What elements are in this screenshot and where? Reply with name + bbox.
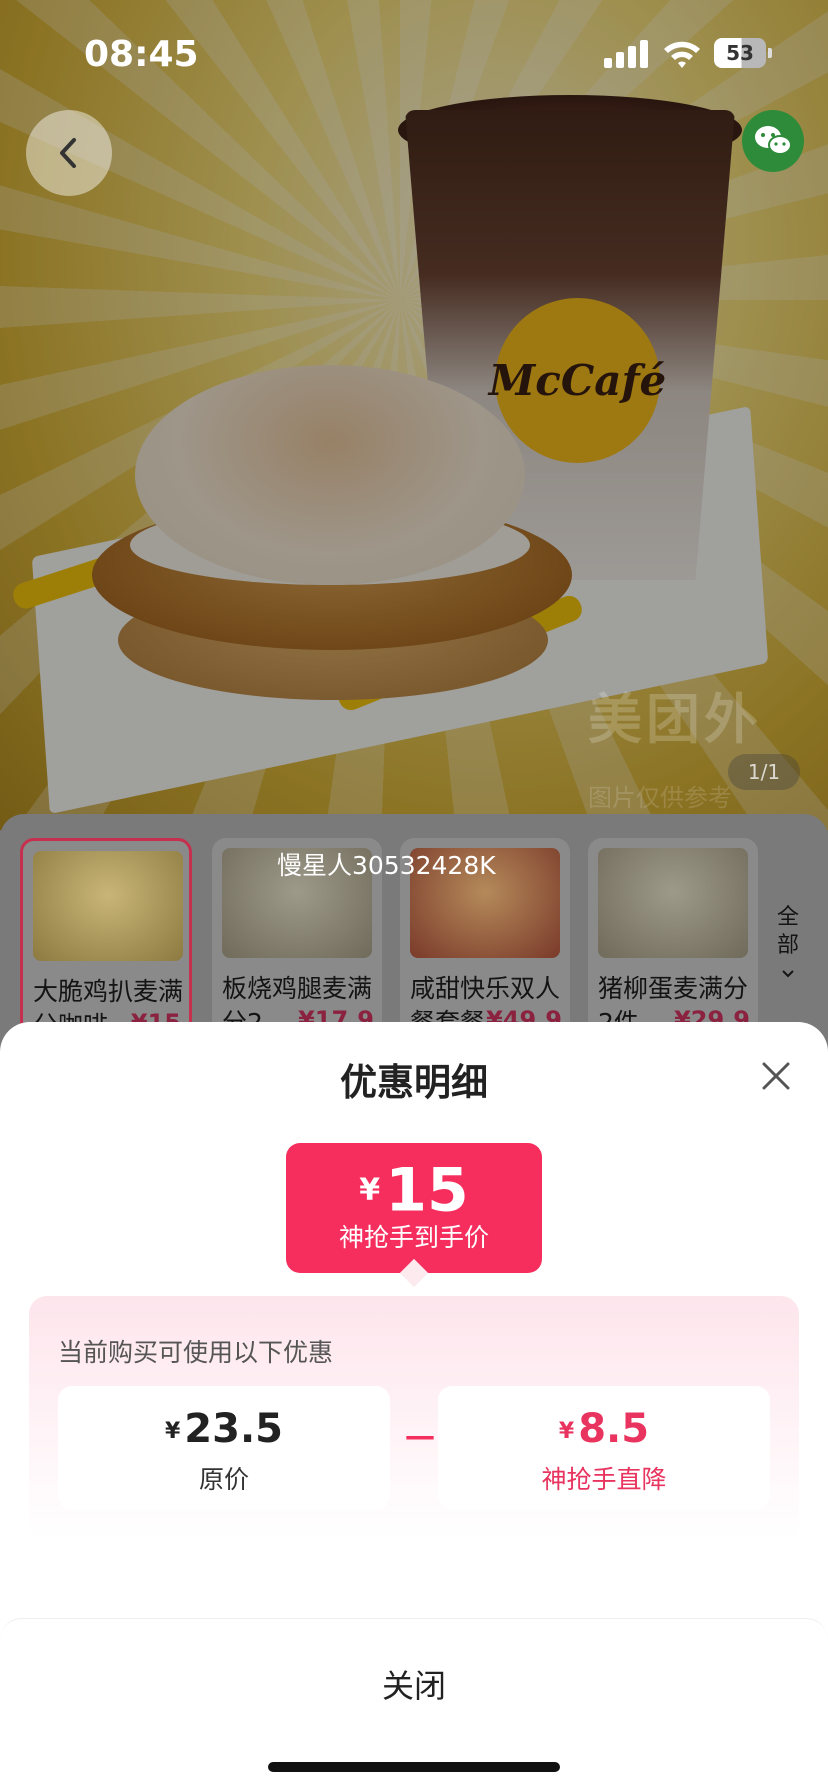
final-price-label: 神抢手到手价 <box>338 1222 489 1252</box>
image-page-indicator: 1/1 <box>728 754 800 790</box>
original-price-card: ¥23.5 原价 <box>58 1386 390 1510</box>
battery-icon: 53 <box>714 38 772 68</box>
meituan-watermark: 美团外 <box>588 688 762 751</box>
view-all-label: 全部 <box>776 905 799 958</box>
final-price-badge: ¥ 15 神抢手到手价 <box>286 1143 542 1273</box>
discount-currency: ¥ <box>558 1419 575 1444</box>
chevron-down-icon <box>782 970 794 978</box>
sheet-title: 优惠明细 <box>340 1061 488 1104</box>
cellular-signal-icon <box>604 40 648 68</box>
watermark-subtext: 图片仅供参考 <box>588 784 732 812</box>
close-icon[interactable] <box>756 1056 796 1096</box>
wechat-icon <box>755 126 792 155</box>
user-id-watermark: 慢星人30532428K <box>277 851 496 880</box>
product-thumbnail <box>33 851 183 961</box>
home-indicator <box>268 1762 560 1772</box>
discount-amount-card: ¥8.5 神抢手直降 <box>438 1386 770 1510</box>
wifi-icon <box>664 41 700 68</box>
minus-sign: － <box>402 1419 439 1460</box>
product-hero-image: McCafé 美团外 图片仅供参考 <box>0 0 828 830</box>
original-currency: ¥ <box>164 1419 181 1444</box>
final-price: 15 <box>385 1155 469 1226</box>
discount-amount: 8.5 <box>578 1406 650 1452</box>
discount-label: 神抢手直降 <box>541 1465 667 1494</box>
price-currency: ¥ <box>359 1172 381 1208</box>
view-all-products-button[interactable]: 全部 <box>768 904 808 988</box>
status-time: 08:45 <box>84 34 199 75</box>
back-button[interactable] <box>26 110 112 196</box>
close-button[interactable]: 关闭 <box>0 1618 828 1749</box>
product-thumbnail <box>598 848 748 958</box>
original-price-label: 原价 <box>198 1465 249 1494</box>
discount-breakdown-heading: 当前购买可使用以下优惠 <box>58 1338 334 1367</box>
wechat-share-button[interactable] <box>742 110 804 172</box>
chevron-left-icon <box>60 138 76 168</box>
original-price: 23.5 <box>184 1406 283 1452</box>
